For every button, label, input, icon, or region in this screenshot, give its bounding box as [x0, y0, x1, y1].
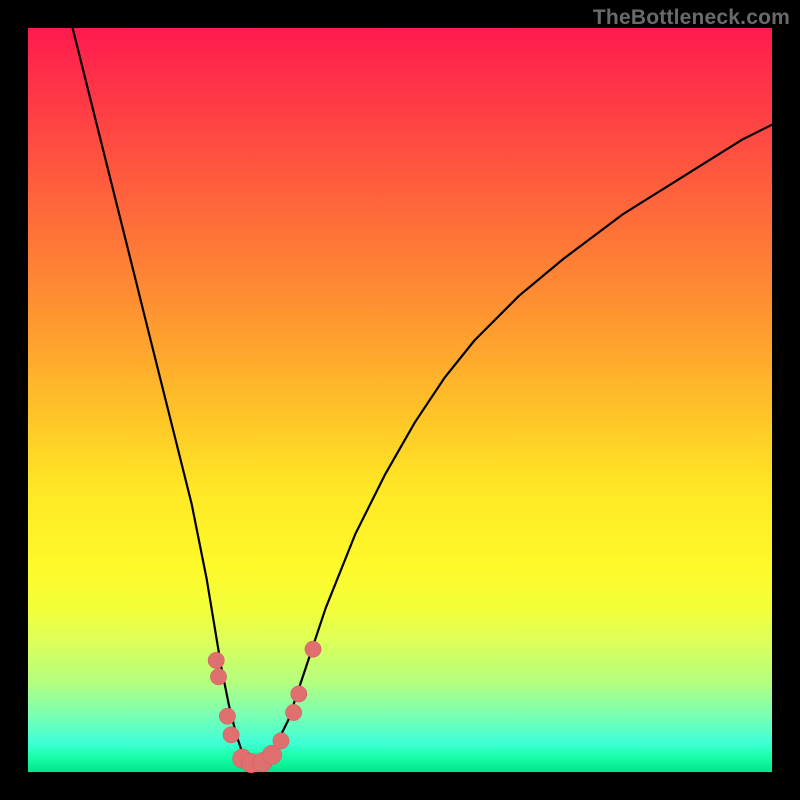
- curve-marker: [305, 641, 321, 657]
- watermark-text: TheBottleneck.com: [593, 6, 790, 30]
- curve-marker: [223, 727, 239, 743]
- curve-markers: [208, 641, 321, 773]
- plot-area: [28, 28, 772, 772]
- curve-marker: [273, 733, 289, 749]
- curve-marker: [208, 652, 224, 668]
- curve-marker: [285, 704, 301, 720]
- curve-marker: [291, 686, 307, 702]
- curve-marker: [219, 708, 235, 724]
- curve-marker: [210, 669, 226, 685]
- chart-frame: TheBottleneck.com: [0, 0, 800, 800]
- chart-svg: [28, 28, 772, 772]
- bottleneck-curve: [73, 28, 772, 765]
